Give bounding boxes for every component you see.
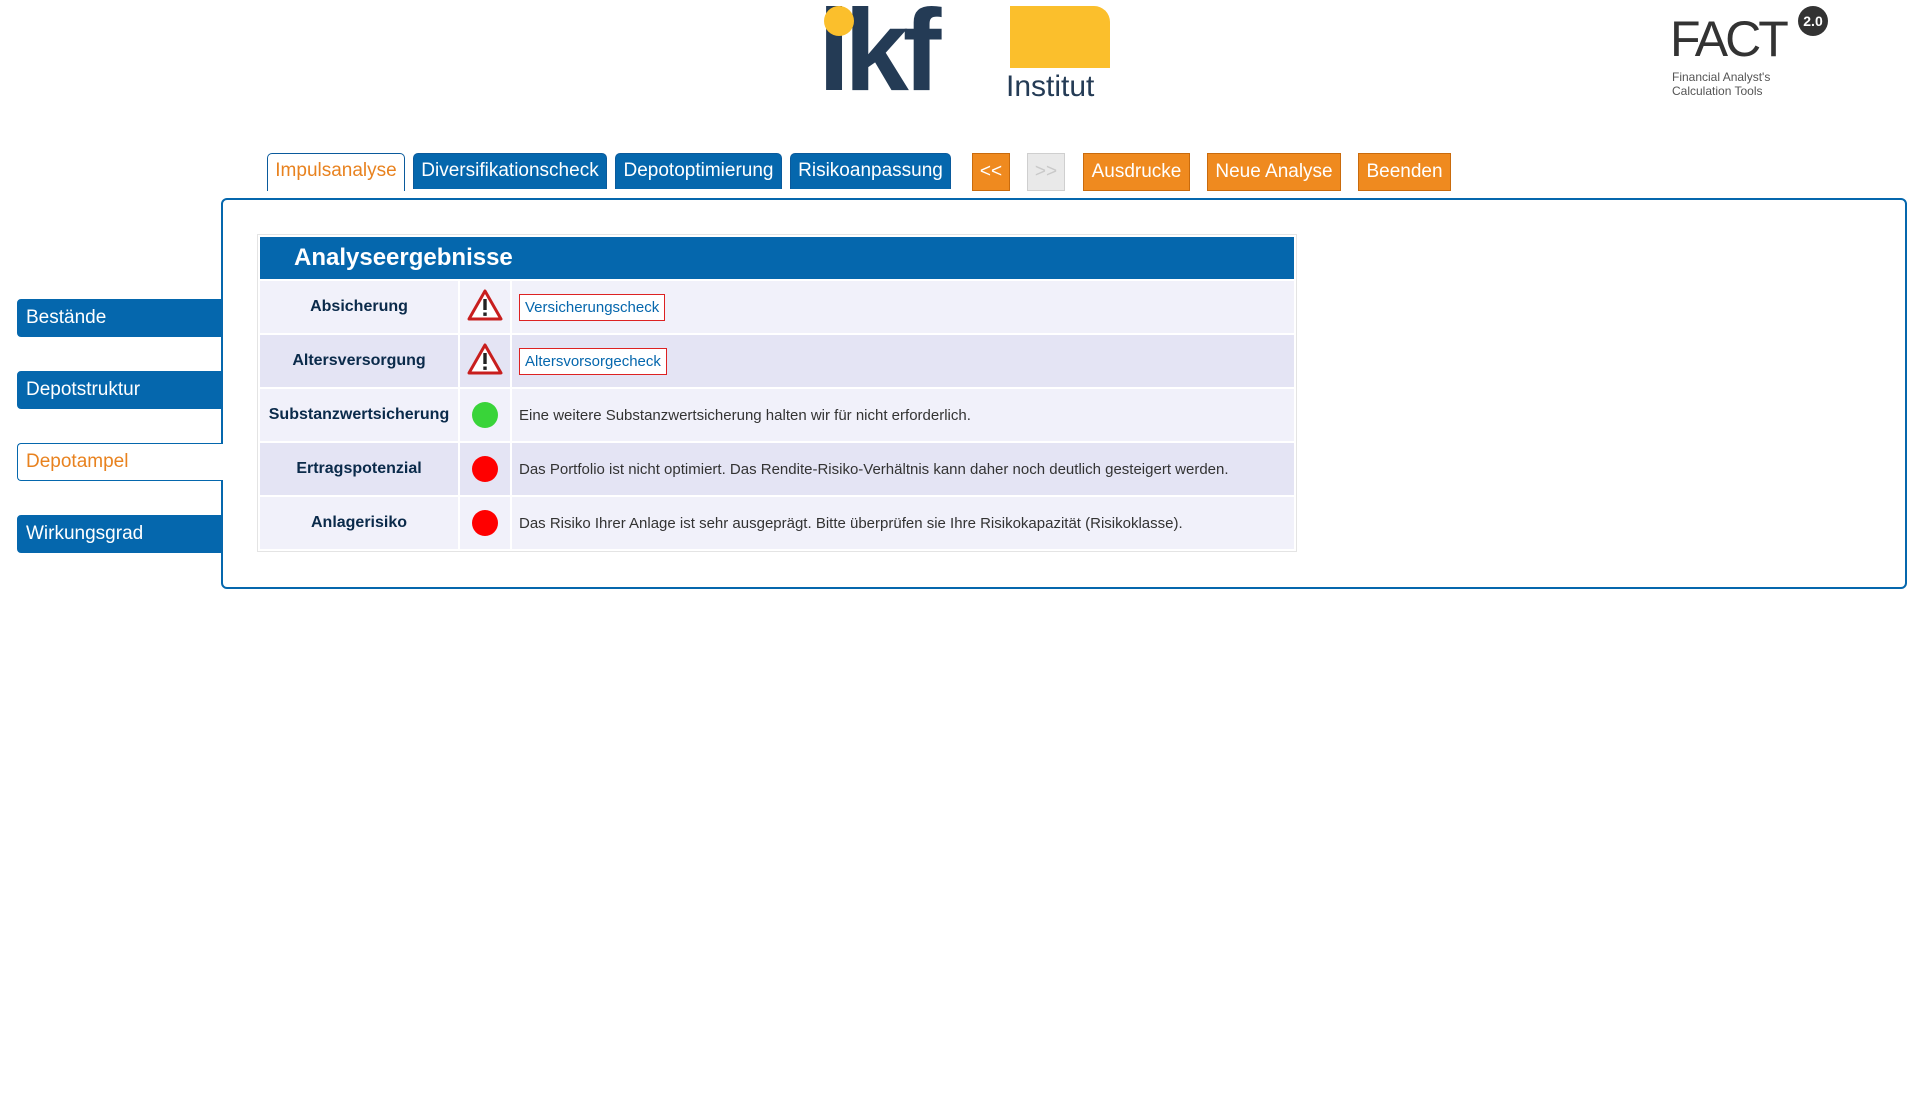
sidebar-item-depotampel[interactable]: Depotampel xyxy=(17,443,223,481)
row-label: Absicherung xyxy=(260,281,458,333)
warning-icon xyxy=(467,343,503,380)
fact-logo-name: FACT xyxy=(1670,11,1789,67)
table-row: Absicherung Versicherungscheck xyxy=(260,281,1294,333)
status-cell xyxy=(460,443,510,495)
fact-logo: FACT 2.0 Financial Analyst's Calculation… xyxy=(1670,6,1840,98)
altersvorsorgecheck-link[interactable]: Altersvorsorgecheck xyxy=(519,347,667,375)
fact-version-badge: 2.0 xyxy=(1798,6,1828,36)
tab-risikoanpassung[interactable]: Risikoanpassung xyxy=(790,153,951,189)
ikf-logo-word: Institut xyxy=(1006,70,1095,103)
red-light-icon xyxy=(472,456,498,482)
sidebar-item-bestaende[interactable]: Bestände xyxy=(17,299,223,337)
warning-icon xyxy=(467,289,503,326)
new-analysis-button[interactable]: Neue Analyse xyxy=(1207,153,1341,191)
ikf-logo: ikf Institut xyxy=(818,0,1118,108)
tab-depotoptimierung[interactable]: Depotoptimierung xyxy=(615,153,782,189)
table-row: Altersversorgung Altersvorsorgecheck xyxy=(260,335,1294,387)
sidebar-item-wirkungsgrad[interactable]: Wirkungsgrad xyxy=(17,515,223,553)
row-label: Anlagerisiko xyxy=(260,497,458,549)
status-cell xyxy=(460,389,510,441)
tab-diversifikationscheck[interactable]: Diversifikationscheck xyxy=(413,153,607,189)
results-table: Analyseergebnisse Absicherung Versicheru… xyxy=(257,234,1297,552)
prints-button[interactable]: Ausdrucke xyxy=(1083,153,1190,191)
row-label: Ertragspotenzial xyxy=(260,443,458,495)
table-row: Ertragspotenzial Das Portfolio ist nicht… xyxy=(260,443,1294,495)
results-title: Analyseergebnisse xyxy=(260,237,1294,279)
row-text: Das Risiko Ihrer Anlage ist sehr ausgepr… xyxy=(512,497,1294,549)
row-text: Das Portfolio ist nicht optimiert. Das R… xyxy=(512,443,1294,495)
table-row: Substanzwertsicherung Eine weitere Subst… xyxy=(260,389,1294,441)
row-label: Altersversorgung xyxy=(260,335,458,387)
fact-logo-subtitle: Financial Analyst's Calculation Tools xyxy=(1672,70,1770,98)
status-cell xyxy=(460,497,510,549)
status-cell xyxy=(460,335,510,387)
status-cell xyxy=(460,281,510,333)
ikf-logo-dot xyxy=(824,6,854,36)
prev-button[interactable]: << xyxy=(972,153,1010,191)
ikf-logo-block xyxy=(1010,6,1110,68)
quit-button[interactable]: Beenden xyxy=(1358,153,1451,191)
row-content: Versicherungscheck xyxy=(512,281,1294,333)
sidebar-item-depotstruktur[interactable]: Depotstruktur xyxy=(17,371,223,409)
versicherungscheck-link[interactable]: Versicherungscheck xyxy=(519,293,666,321)
tab-impulsanalyse[interactable]: Impulsanalyse xyxy=(267,153,405,191)
table-row: Anlagerisiko Das Risiko Ihrer Anlage ist… xyxy=(260,497,1294,549)
red-light-icon xyxy=(472,510,498,536)
fact-subtitle-line1: Financial Analyst's xyxy=(1672,70,1771,84)
row-label: Substanzwertsicherung xyxy=(260,389,458,441)
fact-subtitle-line2: Calculation Tools xyxy=(1672,84,1763,98)
row-text: Eine weitere Substanzwertsicherung halte… xyxy=(512,389,1294,441)
next-button[interactable]: >> xyxy=(1027,153,1065,191)
green-light-icon xyxy=(472,402,498,428)
page: ikf Institut FACT 2.0 Financial Analyst'… xyxy=(0,0,1920,1100)
row-content: Altersvorsorgecheck xyxy=(512,335,1294,387)
